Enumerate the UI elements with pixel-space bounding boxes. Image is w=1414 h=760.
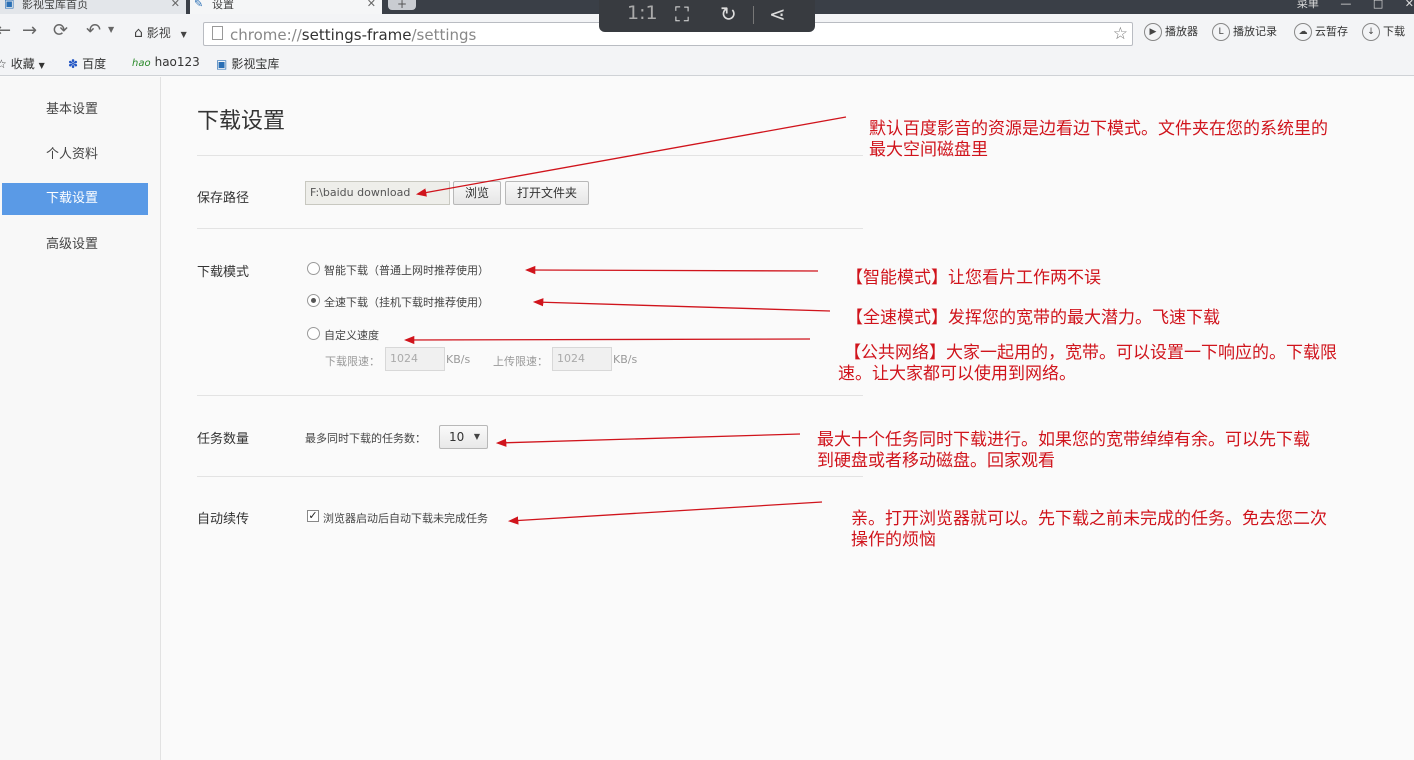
annotation-note-task-count: 最大十个任务同时下载进行。如果您的宽带绰绰有余。可以先下载 到硬盘或者移动磁盘。回…	[817, 430, 1310, 471]
save-path-field[interactable]: F:\baidu download	[305, 181, 450, 205]
divider	[197, 155, 863, 156]
home-label: 影视	[146, 26, 171, 40]
fit-screen-icon[interactable]: ⛶	[675, 2, 689, 26]
page-title: 下载设置	[197, 109, 286, 134]
cloud-button[interactable]: ☁ 云暂存	[1294, 23, 1348, 41]
close-window-icon[interactable]: ✕	[1405, 0, 1414, 9]
rotate-icon[interactable]: ↻	[720, 2, 737, 26]
share-icon[interactable]: ⋖	[769, 2, 786, 26]
url-text: chrome://settings-frame/settings	[230, 26, 477, 44]
wrench-icon: ✎	[194, 0, 204, 10]
home-button[interactable]: ⌂ 影视 ▼	[134, 24, 187, 41]
settings-sidebar: 基本设置 个人资料 下载设置 高级设置	[0, 77, 161, 760]
annotation-note-public-network: 【公共网络】大家一起用的，宽带。可以设置一下响应的。下载限 速。让大家都可以使用到…	[838, 343, 1337, 384]
forward-icon[interactable]: →	[22, 20, 37, 41]
film-icon: ▣	[216, 57, 228, 71]
chevron-down-icon: ▼	[180, 30, 187, 39]
chevron-down-icon: ▼	[38, 61, 45, 70]
full-speed-radio[interactable]	[307, 294, 320, 307]
play-icon: ▶	[1144, 23, 1162, 41]
sidebar-item-basic[interactable]: 基本设置	[2, 94, 148, 126]
bookmark-hao123[interactable]: hao hao123	[132, 55, 200, 69]
auto-resume-checkbox[interactable]: ✓	[307, 510, 319, 522]
star-icon: ☆	[0, 57, 7, 71]
open-folder-button[interactable]: 打开文件夹	[505, 181, 589, 205]
tab-film-library[interactable]: ▣ 影视宝库首页 ✕	[0, 0, 186, 14]
bookmark-favorites[interactable]: ☆ 收藏 ▼	[0, 55, 45, 72]
home-icon: ⌂	[134, 25, 143, 41]
task-count-label: 任务数量	[197, 432, 250, 447]
bookmark-baidu[interactable]: ✽ 百度	[68, 55, 106, 72]
task-count-value: 10	[449, 430, 465, 444]
bookmark-bar: ☆ 收藏 ▼ ✽ 百度 hao hao123 ▣ 影视宝库	[0, 50, 1414, 76]
annotation-note-full-speed: 【全速模式】发挥您的宽带的最大潜力。飞速下载	[846, 308, 1220, 328]
window-controls: 菜单 — □ ✕	[1279, 0, 1414, 14]
divider	[197, 228, 863, 229]
film-icon: ▣	[4, 0, 15, 10]
sidebar-item-download[interactable]: 下载设置	[2, 183, 148, 215]
download-limit-input[interactable]: 1024	[385, 347, 445, 371]
bookmark-star-icon[interactable]: ☆	[1113, 24, 1128, 44]
history-button[interactable]: L 播放记录	[1212, 23, 1277, 41]
download-icon: ↓	[1362, 23, 1380, 41]
sidebar-item-advanced[interactable]: 高级设置	[2, 229, 148, 261]
annotation-note-save-path: 默认百度影音的资源是边看边下模式。文件夹在您的系统里的 最大空间磁盘里	[869, 119, 1328, 160]
tab-title: 影视宝库首页	[22, 0, 88, 11]
history-icon: L	[1212, 23, 1230, 41]
tab-title: 设置	[212, 0, 234, 11]
back-icon[interactable]: ←	[0, 20, 11, 41]
download-limit-label: 下载限速：	[325, 355, 380, 368]
image-viewer-toolbar: 1:1 ⛶ ↻ ⋖	[599, 0, 815, 32]
sidebar-item-profile[interactable]: 个人资料	[2, 139, 148, 171]
upload-limit-label: 上传限速：	[493, 355, 548, 368]
task-count-select[interactable]: 10 ▼	[439, 425, 488, 449]
upload-limit-input[interactable]: 1024	[552, 347, 612, 371]
actual-size-button[interactable]: 1:1	[627, 2, 658, 24]
menu-label[interactable]: 菜单	[1297, 0, 1319, 9]
new-tab-button[interactable]: +	[388, 0, 416, 10]
cloud-icon: ☁	[1294, 23, 1312, 41]
baidu-paw-icon: ✽	[68, 57, 79, 71]
page-icon	[212, 26, 223, 40]
annotation-note-smart-mode: 【智能模式】让您看片工作两不误	[846, 268, 1101, 288]
full-speed-label[interactable]: 全速下载（挂机下载时推荐使用）	[324, 294, 489, 310]
browse-button[interactable]: 浏览	[453, 181, 501, 205]
upload-limit-unit: KB/s	[613, 353, 638, 366]
bookmark-film-library[interactable]: ▣ 影视宝库	[216, 55, 279, 72]
maximize-icon[interactable]: □	[1373, 0, 1383, 9]
download-mode-label: 下载模式	[197, 265, 250, 280]
annotation-note-auto-resume: 亲。打开浏览器就可以。先下载之前未完成的任务。免去您二次 操作的烦恼	[851, 509, 1327, 550]
divider	[197, 476, 863, 477]
tab-settings[interactable]: ✎ 设置 ✕	[190, 0, 382, 14]
save-path-label: 保存路径	[197, 191, 250, 206]
smart-download-label[interactable]: 智能下载（普通上网时推荐使用）	[324, 262, 489, 278]
task-count-prompt: 最多同时下载的任务数：	[305, 432, 426, 445]
download-button[interactable]: ↓ 下载	[1362, 23, 1405, 41]
undo-icon[interactable]: ↶	[86, 20, 101, 41]
auto-resume-label: 自动续传	[197, 512, 250, 527]
chevron-down-icon[interactable]: ▼	[108, 25, 114, 34]
player-button[interactable]: ▶ 播放器	[1144, 23, 1198, 41]
chevron-down-icon: ▼	[473, 432, 480, 441]
auto-resume-checkbox-label[interactable]: 浏览器启动后自动下载未完成任务	[323, 510, 488, 526]
smart-download-radio[interactable]	[307, 262, 320, 275]
hao123-icon: hao	[132, 58, 151, 69]
close-icon[interactable]: ✕	[171, 0, 180, 9]
custom-speed-label[interactable]: 自定义速度	[324, 327, 379, 343]
refresh-icon[interactable]: ⟳	[53, 20, 68, 41]
download-limit-unit: KB/s	[446, 353, 471, 366]
custom-speed-radio[interactable]	[307, 327, 320, 340]
divider	[197, 395, 863, 396]
divider	[753, 6, 754, 24]
minimize-icon[interactable]: —	[1340, 0, 1351, 9]
settings-content: 下载设置 保存路径 F:\baidu download 浏览 打开文件夹 下载模…	[161, 77, 1414, 760]
close-icon[interactable]: ✕	[367, 0, 376, 9]
